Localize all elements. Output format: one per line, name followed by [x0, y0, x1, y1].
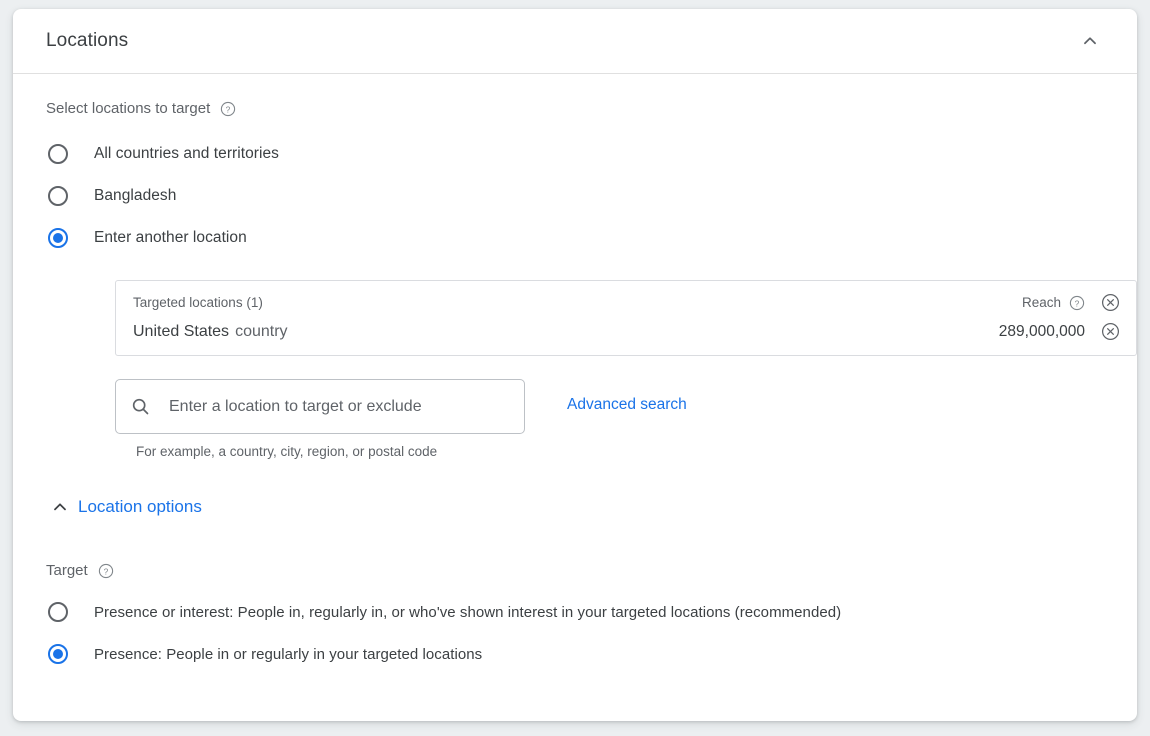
- radio-bangladesh[interactable]: Bangladesh: [46, 175, 1104, 217]
- targeted-locations-count: Targeted locations (1): [133, 295, 263, 310]
- radio-label: Presence: People in or regularly in your…: [94, 645, 483, 663]
- help-icon[interactable]: ?: [98, 563, 114, 579]
- remove-location-icon[interactable]: [1101, 322, 1120, 341]
- radio-all-countries[interactable]: All countries and territories: [46, 133, 1104, 175]
- search-hint: For example, a country, city, region, or…: [136, 444, 438, 459]
- radio-indicator: [48, 144, 68, 164]
- location-reach-value: 289,000,000: [998, 322, 1085, 340]
- select-locations-label-row: Select locations to target ?: [46, 100, 1104, 117]
- radio-indicator: [48, 644, 68, 664]
- select-locations-label: Select locations to target: [46, 100, 211, 117]
- radio-label: Presence or interest: People in, regular…: [94, 603, 842, 621]
- target-radio-group: Presence or interest: People in, regular…: [46, 591, 1104, 675]
- location-search-area: For example, a country, city, region, or…: [115, 379, 1104, 459]
- radio-presence[interactable]: Presence: People in or regularly in your…: [46, 633, 1104, 675]
- chevron-up-icon: [50, 497, 70, 517]
- targeted-locations-table: Targeted locations (1) Reach ? United St…: [115, 280, 1137, 356]
- reach-column-label: Reach: [1021, 295, 1061, 310]
- collapse-section-button[interactable]: [1073, 24, 1107, 58]
- radio-indicator: [48, 186, 68, 206]
- location-scope-radio-group: All countries and territories Bangladesh…: [46, 133, 1104, 259]
- location-name: United States: [133, 322, 230, 340]
- remove-all-locations-icon[interactable]: [1101, 293, 1120, 312]
- help-icon[interactable]: ?: [220, 101, 236, 117]
- location-type: country: [235, 322, 288, 340]
- radio-label: All countries and territories: [94, 145, 279, 162]
- chevron-up-icon: [1079, 30, 1101, 52]
- radio-presence-or-interest[interactable]: Presence or interest: People in, regular…: [46, 591, 1104, 633]
- radio-enter-another-location[interactable]: Enter another location: [46, 217, 1104, 259]
- targeted-locations-header: Targeted locations (1) Reach ?: [116, 281, 1136, 318]
- search-box[interactable]: [115, 379, 525, 434]
- table-row: United States country 289,000,000: [116, 318, 1136, 355]
- locations-card: Locations Select locations to target ? A…: [13, 9, 1137, 721]
- card-header: Locations: [13, 9, 1137, 74]
- svg-text:?: ?: [1075, 298, 1080, 308]
- radio-indicator: [48, 228, 68, 248]
- radio-indicator: [48, 602, 68, 622]
- search-input[interactable]: [167, 396, 501, 417]
- svg-text:?: ?: [226, 104, 231, 114]
- card-body: Select locations to target ? All countri…: [13, 74, 1137, 675]
- search-icon: [130, 396, 151, 417]
- target-label-row: Target ?: [46, 562, 1104, 579]
- location-options-label: Location options: [78, 497, 202, 516]
- svg-text:?: ?: [103, 566, 108, 576]
- location-options-toggle[interactable]: Location options: [50, 497, 202, 517]
- radio-label: Bangladesh: [94, 187, 177, 204]
- radio-label: Enter another location: [94, 229, 247, 246]
- search-block: For example, a country, city, region, or…: [115, 379, 525, 459]
- target-label: Target: [46, 562, 88, 579]
- page-title: Locations: [46, 30, 129, 51]
- advanced-search-link[interactable]: Advanced search: [567, 396, 687, 414]
- help-icon[interactable]: ?: [1069, 295, 1085, 311]
